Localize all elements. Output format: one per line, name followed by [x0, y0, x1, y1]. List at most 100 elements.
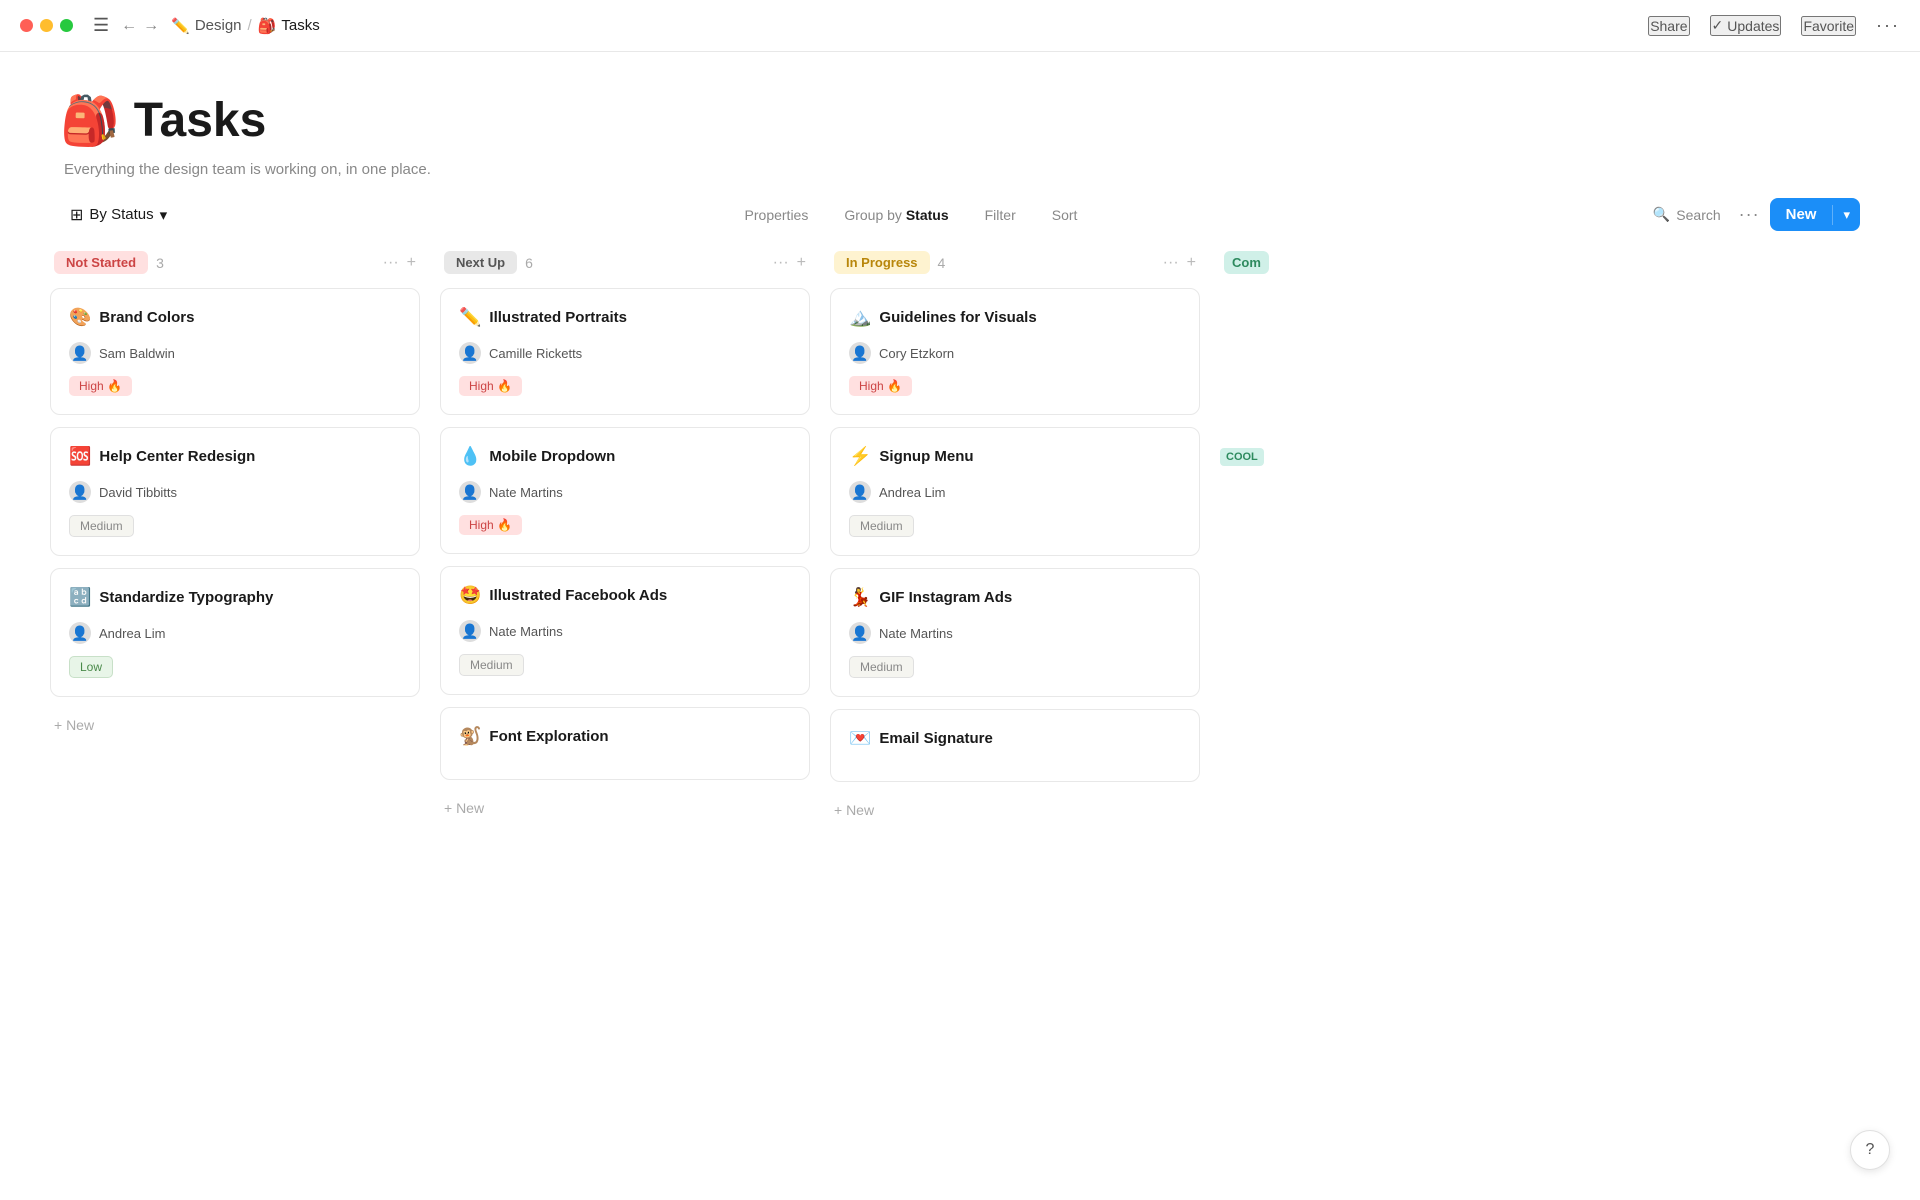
- new-button[interactable]: New: [1770, 198, 1833, 231]
- search-button[interactable]: 🔍 Search: [1645, 200, 1729, 229]
- more-options-icon[interactable]: ···: [1876, 15, 1900, 36]
- new-button-dropdown[interactable]: ▾: [1833, 199, 1860, 231]
- nav-arrows: ← →: [121, 17, 159, 35]
- task-card[interactable]: 💧 Mobile Dropdown 👤 Nate Martins High 🔥: [440, 427, 810, 554]
- new-dropdown-icon: ▾: [1843, 207, 1850, 222]
- task-card[interactable]: 💃 GIF Instagram Ads 👤 Nate Martins Mediu…: [830, 568, 1200, 697]
- column-header-next-up: Next Up 6 ··· +: [440, 251, 810, 274]
- card-icon: ✏️: [459, 307, 481, 328]
- task-card[interactable]: 🏔️ Guidelines for Visuals 👤 Cory Etzkorn…: [830, 288, 1200, 415]
- updates-button[interactable]: ✓ Updates: [1710, 15, 1782, 36]
- card-title-text: Illustrated Facebook Ads: [489, 587, 667, 604]
- assignee-name: David Tibbitts: [99, 485, 177, 500]
- filter-label: Filter: [985, 207, 1016, 223]
- forward-arrow-icon[interactable]: →: [143, 17, 159, 35]
- assignee-name: Nate Martins: [879, 626, 953, 641]
- priority-badge: Medium: [459, 654, 524, 676]
- column-more-button[interactable]: ···: [1163, 254, 1179, 272]
- priority-badge: Low: [69, 656, 113, 678]
- card-title-text: Standardize Typography: [99, 589, 273, 606]
- task-card[interactable]: 🆘 Help Center Redesign 👤 David Tibbitts …: [50, 427, 420, 556]
- titlebar-right: Share ✓ Updates Favorite ···: [1648, 15, 1900, 36]
- group-by-button[interactable]: Group by Status: [836, 201, 956, 229]
- card-icon: 🏔️: [849, 307, 871, 328]
- column-not-started: Not Started 3 ··· + 🎨 Brand Colors 👤 Sam…: [50, 251, 420, 741]
- avatar: 👤: [69, 622, 91, 644]
- card-title: 💃 GIF Instagram Ads: [849, 587, 1181, 608]
- column-add-button[interactable]: +: [1187, 254, 1196, 272]
- page-title: Tasks: [134, 93, 267, 148]
- task-card[interactable]: 🐒 Font Exploration: [440, 707, 810, 780]
- page-description: Everything the design team is working on…: [60, 161, 1860, 178]
- add-new-row[interactable]: + New: [830, 794, 1200, 826]
- breadcrumb-tasks[interactable]: 🎒 Tasks: [258, 17, 320, 35]
- breadcrumb-design[interactable]: ✏️ Design: [171, 17, 241, 35]
- column-more-button[interactable]: ···: [773, 254, 789, 272]
- card-icon: 🐒: [459, 726, 481, 747]
- sort-button[interactable]: Sort: [1044, 201, 1086, 229]
- help-button[interactable]: ?: [1850, 1130, 1890, 1170]
- add-new-row[interactable]: + New: [50, 709, 420, 741]
- by-status-button[interactable]: ⊞ By Status ▾: [60, 199, 177, 231]
- task-card[interactable]: 🎨 Brand Colors 👤 Sam Baldwin High 🔥: [50, 288, 420, 415]
- breadcrumb-design-label: Design: [195, 17, 242, 34]
- close-button[interactable]: [20, 19, 33, 32]
- task-card[interactable]: 🤩 Illustrated Facebook Ads 👤 Nate Martin…: [440, 566, 810, 695]
- maximize-button[interactable]: [60, 19, 73, 32]
- card-title-text: Signup Menu: [879, 448, 973, 465]
- properties-button[interactable]: Properties: [737, 201, 817, 229]
- column-add-button[interactable]: +: [407, 254, 416, 272]
- partial-column-badge: Com: [1224, 251, 1269, 274]
- card-assignee: 👤 Sam Baldwin: [69, 342, 401, 364]
- card-assignee: 👤 Nate Martins: [849, 622, 1181, 644]
- add-new-label: + New: [834, 802, 874, 818]
- avatar: 👤: [459, 342, 481, 364]
- task-card[interactable]: ✏️ Illustrated Portraits 👤 Camille Ricke…: [440, 288, 810, 415]
- task-card[interactable]: 💌 Email Signature: [830, 709, 1200, 782]
- menu-icon[interactable]: ☰: [93, 15, 109, 36]
- avatar: 👤: [459, 481, 481, 503]
- sort-label: Sort: [1052, 207, 1078, 223]
- new-button-label: New: [1786, 206, 1817, 223]
- board-icon: ⊞: [70, 205, 83, 225]
- partial-column-header: Com: [1220, 251, 1300, 274]
- toolbar-more-button[interactable]: ···: [1739, 204, 1760, 225]
- chevron-down-icon: ▾: [160, 206, 168, 224]
- add-new-row[interactable]: + New: [440, 792, 810, 824]
- assignee-name: Nate Martins: [489, 485, 563, 500]
- column-in-progress: In Progress 4 ··· + 🏔️ Guidelines for Vi…: [830, 251, 1200, 826]
- assignee-name: Camille Ricketts: [489, 346, 582, 361]
- favorite-button[interactable]: Favorite: [1801, 16, 1856, 36]
- toolbar-center: Properties Group by Status Filter Sort: [197, 201, 1625, 229]
- share-button[interactable]: Share: [1648, 16, 1689, 36]
- card-icon: 🤩: [459, 585, 481, 606]
- toolbar-right: 🔍 Search ··· New ▾: [1645, 198, 1860, 231]
- task-card[interactable]: 🔡 Standardize Typography 👤 Andrea Lim Lo…: [50, 568, 420, 697]
- traffic-lights: [20, 19, 73, 32]
- card-icon: 🔡: [69, 587, 91, 608]
- card-assignee: 👤 Cory Etzkorn: [849, 342, 1181, 364]
- priority-badge: Medium: [849, 656, 914, 678]
- add-new-label: + New: [54, 717, 94, 733]
- minimize-button[interactable]: [40, 19, 53, 32]
- column-add-button[interactable]: +: [797, 254, 806, 272]
- card-title: 🎨 Brand Colors: [69, 307, 401, 328]
- assignee-name: Andrea Lim: [879, 485, 945, 500]
- priority-badge: High 🔥: [459, 515, 522, 535]
- card-title: 🐒 Font Exploration: [459, 726, 791, 747]
- pencil-icon: ✏️: [171, 17, 190, 35]
- assignee-name: Andrea Lim: [99, 626, 165, 641]
- task-card[interactable]: ⚡ Signup Menu 👤 Andrea Lim Medium: [830, 427, 1200, 556]
- back-arrow-icon[interactable]: ←: [121, 17, 137, 35]
- column-header-in-progress: In Progress 4 ··· +: [830, 251, 1200, 274]
- column-more-button[interactable]: ···: [383, 254, 399, 272]
- question-mark-icon: ?: [1866, 1141, 1875, 1159]
- card-title-text: Illustrated Portraits: [489, 309, 627, 326]
- assignee-name: Cory Etzkorn: [879, 346, 954, 361]
- group-by-value: Status: [906, 207, 949, 223]
- check-icon: ✓: [1712, 17, 1724, 34]
- column-count: 3: [156, 255, 164, 271]
- page-title-row: 🎒 Tasks: [60, 92, 1860, 149]
- filter-button[interactable]: Filter: [977, 201, 1024, 229]
- column-next-up: Next Up 6 ··· + ✏️ Illustrated Portraits…: [440, 251, 810, 824]
